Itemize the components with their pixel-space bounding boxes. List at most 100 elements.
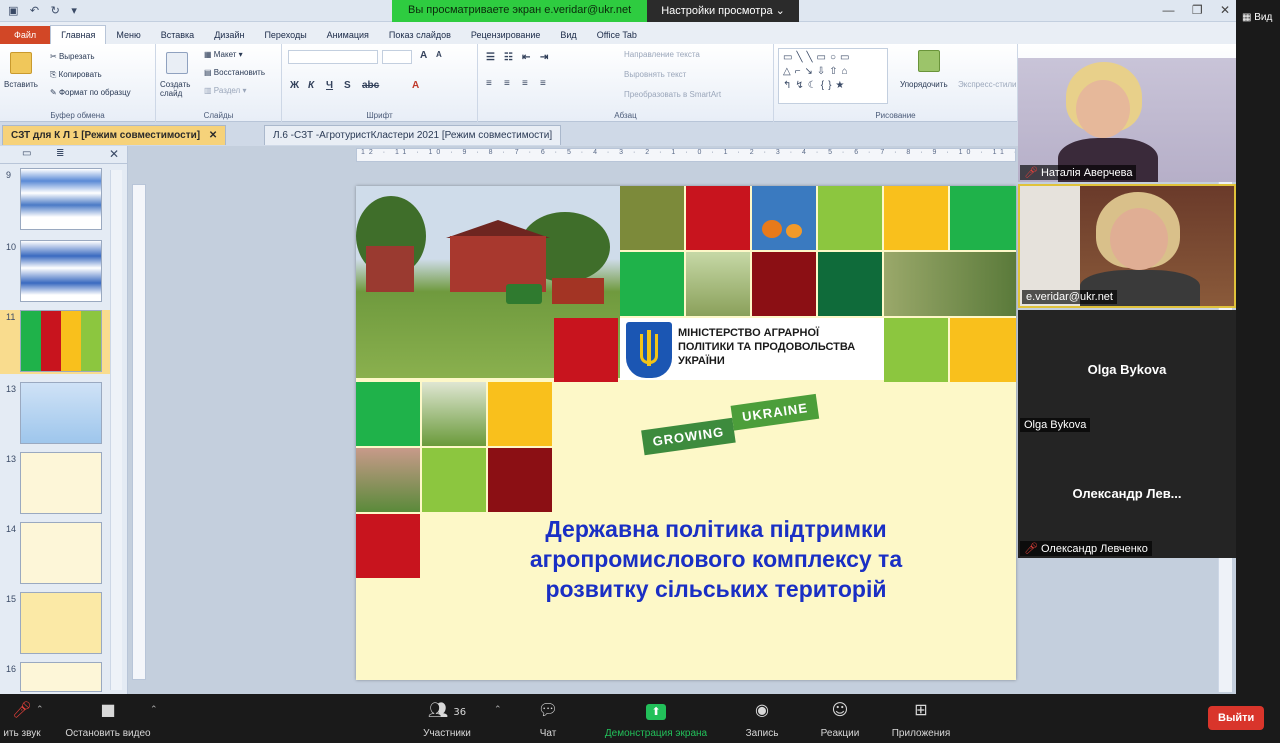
shrink-font-icon[interactable]: A (436, 50, 442, 59)
participant-video-4[interactable]: Олександр Лев... 🎤︎ Олександр Левченко (1018, 434, 1236, 558)
color-tile (356, 514, 420, 578)
slide-number: 9 (6, 170, 12, 180)
bold-icon[interactable]: Ж (290, 80, 299, 91)
chat-button[interactable]: 💬︎ Чат (526, 700, 570, 739)
tab-view[interactable]: Вид (550, 26, 586, 44)
participants-button[interactable]: 👥︎ 36 Участники (412, 700, 482, 739)
photo-tile-livestock (686, 252, 750, 316)
italic-icon[interactable]: К (308, 80, 314, 91)
color-tile (356, 382, 420, 446)
paste-icon[interactable] (10, 52, 32, 74)
trident-emblem (626, 322, 672, 378)
slide-thumbnail[interactable]: 15 (0, 592, 118, 656)
ministry-line-2: ПОЛІТИКИ ТА ПРОДОВОЛЬСТВА (678, 341, 856, 353)
layout-button[interactable]: ▦ Макет ▾ (204, 50, 243, 59)
participants-options-caret-icon[interactable]: ⌃ (494, 704, 502, 715)
arrange-icon[interactable] (918, 50, 940, 72)
new-slide-icon[interactable] (166, 52, 188, 74)
color-tile (884, 318, 948, 382)
arrange-button[interactable]: Упорядочить (900, 80, 948, 89)
slide-thumbnail[interactable]: 9 (0, 168, 118, 232)
reactions-icon: ☺ (831, 700, 849, 719)
indent-icon[interactable]: ⇤ (522, 52, 530, 63)
numbering-icon[interactable]: ☷ (504, 52, 513, 63)
slides-view-icon[interactable]: ▭ (22, 148, 31, 159)
reactions-button[interactable]: ☺ Реакции (812, 700, 868, 739)
align-right-icon[interactable]: ≡ (522, 78, 528, 89)
participant-video-3[interactable]: Olga Bykova Olga Bykova (1018, 310, 1236, 434)
leave-button[interactable]: Выйти (1208, 706, 1265, 730)
pumpkin-shape (786, 224, 802, 238)
slide-thumbnail[interactable]: 13 (0, 452, 118, 516)
slide-thumbnail-selected[interactable]: 11 (0, 310, 118, 374)
slide-thumbnail[interactable]: 10 (0, 240, 118, 304)
copy-button[interactable]: ⎘ Копировать (50, 70, 102, 80)
font-color-icon[interactable]: A (412, 80, 419, 91)
reset-button[interactable]: ▤ Восстановить (204, 68, 265, 77)
tab-animation[interactable]: Анимация (317, 26, 379, 44)
stop-video-button[interactable]: ■ Остановить видео (58, 700, 158, 739)
font-size-select[interactable] (382, 50, 412, 64)
doc-tab-close-icon[interactable]: ✕ (209, 130, 217, 141)
audio-options-caret-icon[interactable]: ⌃ (36, 704, 44, 715)
outdent-icon[interactable]: ⇥ (540, 52, 548, 63)
view-menu-button[interactable]: ▦ Вид (1242, 12, 1272, 23)
align-left-icon[interactable]: ≡ (486, 78, 492, 89)
slide-thumbnail[interactable]: 16 (0, 662, 118, 692)
participant-video-1[interactable]: 🎤︎ Наталія Аверчева (1018, 58, 1236, 182)
smartart-button[interactable]: Преобразовать в SmartArt (624, 90, 721, 99)
justify-icon[interactable]: ≡ (540, 78, 546, 89)
shadow-icon[interactable]: S (344, 80, 351, 91)
save-icon[interactable]: ▣ (8, 4, 18, 17)
ministry-line-3: УКРАЇНИ (678, 355, 725, 367)
tab-file[interactable]: Файл (0, 26, 51, 44)
tab-slideshow[interactable]: Показ слайдов (379, 26, 461, 44)
participant-video-2-active-speaker[interactable]: e.veridar@ukr.net (1018, 184, 1236, 308)
tab-home[interactable]: Главная (50, 25, 107, 44)
format-painter-button[interactable]: ✎ Формат по образцу (50, 88, 131, 97)
video-options-caret-icon[interactable]: ⌃ (150, 704, 158, 715)
restore-icon[interactable]: ❐ (1192, 3, 1203, 17)
shapes-gallery[interactable]: ▭╲╲▭○▭ △⌐↘⇩⇧⌂ ↰↯☾{}★ (778, 48, 888, 104)
section-button[interactable]: ▥ Раздел ▾ (204, 86, 246, 95)
strikethrough-icon[interactable]: abc (362, 80, 379, 91)
current-slide[interactable]: МІНІСТЕРСТВО АГРАРНОЇ ПОЛІТИКИ ТА ПРОДОВ… (356, 186, 1016, 680)
slide-number: 10 (6, 242, 17, 252)
tab-office-tab[interactable]: Office Tab (587, 26, 647, 44)
slide-thumb-image (20, 452, 102, 514)
tab-insert[interactable]: Вставка (151, 26, 204, 44)
bullets-icon[interactable]: ☰ (486, 52, 495, 63)
tab-review[interactable]: Рецензирование (461, 26, 551, 44)
underline-icon[interactable]: Ч (326, 80, 333, 91)
view-settings-button[interactable]: Настройки просмотра ⌄ (647, 0, 799, 22)
align-text-button[interactable]: Выровнять текст (624, 70, 686, 79)
tab-design[interactable]: Дизайн (204, 26, 254, 44)
tab-menu[interactable]: Меню (106, 26, 150, 44)
close-icon[interactable]: ✕ (1220, 3, 1230, 17)
apps-button[interactable]: ⊞ Приложения (882, 700, 960, 739)
undo-icon[interactable]: ↶ (30, 4, 39, 17)
new-slide-button[interactable]: Создать слайд (160, 80, 200, 98)
quick-styles-button[interactable]: Экспресс-стили (958, 80, 1017, 89)
cut-button[interactable]: ✂ Вырезать (50, 52, 95, 61)
record-button[interactable]: ◉ Запись (738, 700, 786, 739)
doc-tab-active[interactable]: СЗТ для К Л 1 [Режим совместимости] ✕ (2, 125, 227, 145)
participants-icon: 👥︎ 36 (427, 700, 467, 719)
slide-thumbnail[interactable]: 13 (0, 382, 118, 446)
doc-tab-inactive[interactable]: Л.6 -СЗТ -АгротуристКластери 2021 [Режим… (264, 125, 562, 145)
text-direction-button[interactable]: Направление текста (624, 50, 700, 59)
person-face (1110, 208, 1168, 270)
outline-view-icon[interactable]: ≣ (56, 148, 64, 159)
grow-font-icon[interactable]: A (420, 50, 427, 61)
slide-thumbnail[interactable]: 14 (0, 522, 118, 586)
paste-button[interactable]: Вставить (4, 80, 38, 89)
thumbnail-scrollbar[interactable] (110, 170, 122, 690)
minimize-icon[interactable]: — (1162, 3, 1174, 17)
align-center-icon[interactable]: ≡ (504, 78, 510, 89)
tab-transitions[interactable]: Переходы (254, 26, 316, 44)
panel-close-icon[interactable]: ✕ (109, 147, 119, 161)
dropdown-icon[interactable]: ▾ (71, 4, 77, 17)
share-screen-button[interactable]: ⬆ Демонстрация экрана (594, 700, 718, 739)
font-name-select[interactable] (288, 50, 378, 64)
redo-icon[interactable]: ↻ (51, 4, 60, 17)
